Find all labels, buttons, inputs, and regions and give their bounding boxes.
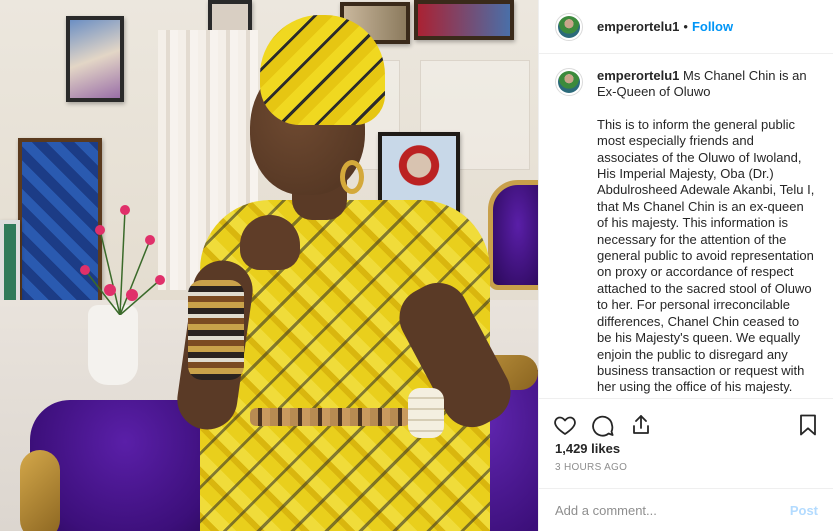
flowers	[80, 205, 165, 315]
avatar-image	[558, 71, 580, 93]
bookmark-icon[interactable]	[796, 413, 820, 437]
white-vase	[88, 305, 138, 385]
bead-bracelet	[408, 388, 444, 438]
caption-area[interactable]: emperortelu1 Ms Chanel Chin is an Ex-Que…	[539, 54, 833, 398]
post-side-panel: emperortelu1 • Follow emperortelu1 Ms Ch…	[538, 0, 833, 531]
avatar[interactable]	[555, 12, 583, 41]
woman-figure	[173, 10, 522, 531]
separator-dot: •	[683, 19, 688, 34]
gold-earring	[340, 160, 364, 194]
follow-button[interactable]: Follow	[692, 19, 733, 34]
post-photo[interactable]	[0, 0, 538, 531]
comment-bubble-icon[interactable]	[591, 413, 615, 437]
username-link[interactable]: emperortelu1	[597, 19, 679, 34]
likes-count[interactable]: 1,429 likes	[555, 441, 620, 456]
share-icon[interactable]	[629, 413, 653, 437]
caption-lead-paragraph: emperortelu1 Ms Chanel Chin is an Ex-Que…	[597, 68, 817, 101]
action-bar	[539, 398, 833, 442]
heart-icon[interactable]	[553, 413, 577, 437]
comment-input[interactable]	[555, 502, 790, 518]
hand	[240, 215, 300, 270]
post-comment-button[interactable]: Post	[790, 503, 818, 518]
caption-username-link[interactable]: emperortelu1	[597, 68, 679, 83]
post-header: emperortelu1 • Follow	[539, 0, 833, 54]
comment-bar: Post	[539, 488, 833, 531]
caption: emperortelu1 Ms Chanel Chin is an Ex-Que…	[597, 68, 817, 398]
wall-picture-frame	[66, 16, 124, 102]
leopard-belt	[250, 408, 410, 426]
avatar-image	[558, 15, 580, 38]
gold-sofa-trim	[20, 450, 60, 531]
yellow-headwrap	[260, 15, 385, 125]
bangles	[188, 280, 244, 380]
caption-body-text: This is to inform the general public mos…	[597, 116, 815, 395]
caption-avatar[interactable]	[555, 68, 583, 96]
post-timestamp[interactable]: 3 HOURS AGO	[555, 462, 627, 473]
